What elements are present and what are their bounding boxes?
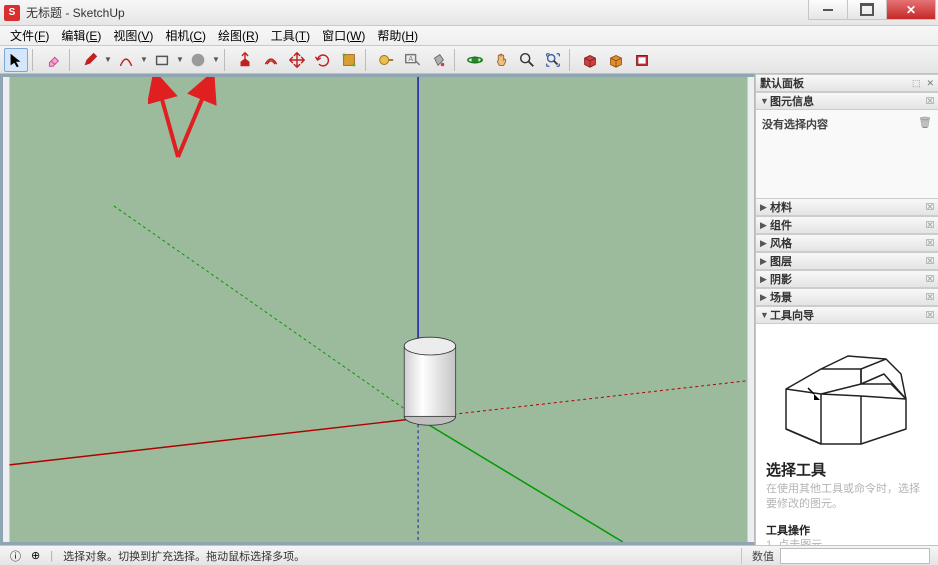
close-button[interactable]: [886, 0, 936, 20]
vcb-label: 数值: [741, 548, 774, 564]
status-bar: ⓘ ⊕ | 选择对象。切换到扩充选择。拖动鼠标选择多项。 数值: [0, 545, 938, 565]
menu-f[interactable]: 文件(F): [4, 25, 55, 46]
panel-layers[interactable]: ▶图层⮽: [756, 252, 938, 270]
panel-close-icon[interactable]: ⮽: [926, 310, 934, 321]
eraser-tool[interactable]: [41, 48, 65, 72]
help-icon[interactable]: ⓘ: [10, 548, 21, 564]
line-tool[interactable]: [78, 48, 102, 72]
panel-scenes[interactable]: ▶场景⮽: [756, 288, 938, 306]
arc-tool[interactable]: [114, 48, 138, 72]
select-tool[interactable]: [4, 48, 28, 72]
disclosure-icon: ▼: [760, 96, 770, 106]
panel-instructor[interactable]: ▼工具向导⮽: [756, 306, 938, 324]
menu-c[interactable]: 相机(C): [159, 25, 212, 46]
zoom-extents-tool[interactable]: [541, 48, 565, 72]
title-bar: S 无标题 - SketchUp: [0, 0, 938, 26]
panel-components[interactable]: ▶组件⮽: [756, 216, 938, 234]
panel-entity-info[interactable]: ▼图元信息⮽: [756, 92, 938, 110]
disclosure-icon: ▶: [760, 256, 770, 267]
entity-pin-icon[interactable]: 🗑: [918, 116, 932, 129]
pushpull-tool[interactable]: [233, 48, 257, 72]
instructor-body: 选择工具 在使用其他工具或命令时，选择要修改的图元。 工具操作 1. 点击图元。…: [756, 324, 938, 545]
scale-tool[interactable]: [337, 48, 361, 72]
orbit-tool[interactable]: [463, 48, 487, 72]
menu-e[interactable]: 编辑(E): [55, 25, 107, 46]
menu-w[interactable]: 窗口(W): [316, 25, 371, 46]
panel-close-icon[interactable]: ⮽: [926, 202, 934, 213]
circle-tool[interactable]: [186, 48, 210, 72]
instructor-title: 选择工具: [766, 459, 928, 480]
disclosure-icon: ▶: [760, 292, 770, 303]
disclosure-icon: ▶: [760, 238, 770, 249]
instructor-desc: 在使用其他工具或命令时，选择要修改的图元。: [766, 482, 928, 512]
panel-close-icon[interactable]: ⮽: [926, 256, 934, 267]
layout-tool[interactable]: [630, 48, 654, 72]
app-icon: S: [4, 5, 20, 21]
paint-tool[interactable]: [426, 48, 450, 72]
shape-tool-dropdown[interactable]: ▼: [176, 55, 184, 64]
geo-icon[interactable]: ⊕: [31, 549, 40, 562]
menu-r[interactable]: 绘图(R): [212, 25, 265, 46]
warehouse-tool[interactable]: [578, 48, 602, 72]
viewport[interactable]: [0, 74, 755, 545]
close-tray-icon: ✕: [926, 78, 934, 89]
tray-title[interactable]: 默认面板 ⬚✕: [756, 74, 938, 92]
panel-close-icon[interactable]: ⮽: [926, 274, 934, 285]
vcb-input[interactable]: [780, 548, 930, 564]
panel-close-icon[interactable]: ⮽: [926, 96, 934, 107]
move-tool[interactable]: [285, 48, 309, 72]
disclosure-icon: ▼: [760, 310, 770, 320]
svg-text:A: A: [408, 53, 413, 62]
panel-styles[interactable]: ▶风格⮽: [756, 234, 938, 252]
arc-tool-dropdown[interactable]: ▼: [140, 55, 148, 64]
panel-shadows[interactable]: ▶阴影⮽: [756, 270, 938, 288]
tape-tool[interactable]: [374, 48, 398, 72]
rotate-tool[interactable]: [311, 48, 335, 72]
panel-close-icon[interactable]: ⮽: [926, 292, 934, 303]
disclosure-icon: ▶: [760, 274, 770, 285]
menu-h[interactable]: 帮助(H): [371, 25, 424, 46]
entity-info-body: 没有选择内容🗑: [756, 110, 938, 198]
menu-t[interactable]: 工具(T): [265, 25, 316, 46]
line-tool-dropdown[interactable]: ▼: [104, 55, 112, 64]
disclosure-icon: ▶: [760, 202, 770, 213]
minimize-button[interactable]: [808, 0, 848, 20]
panel-materials[interactable]: ▶材料⮽: [756, 198, 938, 216]
shape-tool[interactable]: [150, 48, 174, 72]
pin-icon: ⬚: [912, 78, 921, 89]
window-title: 无标题 - SketchUp: [26, 4, 125, 21]
toolbar: ▼ ▼ ▼ ▼ A: [0, 46, 938, 74]
window-controls: [809, 0, 936, 20]
instructor-op-title: 工具操作: [766, 522, 928, 538]
maximize-button[interactable]: [847, 0, 887, 20]
panel-close-icon[interactable]: ⮽: [926, 220, 934, 231]
right-panel: 默认面板 ⬚✕ ▼图元信息⮽没有选择内容🗑▶材料⮽▶组件⮽▶风格⮽▶图层⮽▶阴影…: [755, 74, 938, 545]
panel-close-icon[interactable]: ⮽: [926, 238, 934, 249]
menu-bar: 文件(F)编辑(E)视图(V)相机(C)绘图(R)工具(T)窗口(W)帮助(H): [0, 26, 938, 46]
disclosure-icon: ▶: [760, 220, 770, 231]
zoom-tool[interactable]: [515, 48, 539, 72]
pan-tool[interactable]: [489, 48, 513, 72]
offset-tool[interactable]: [259, 48, 283, 72]
menu-v[interactable]: 视图(V): [107, 25, 159, 46]
circle-tool-dropdown[interactable]: ▼: [212, 55, 220, 64]
status-hint: 选择对象。切换到扩充选择。拖动鼠标选择多项。: [63, 548, 305, 564]
text-tool[interactable]: A: [400, 48, 424, 72]
extension-tool[interactable]: [604, 48, 628, 72]
